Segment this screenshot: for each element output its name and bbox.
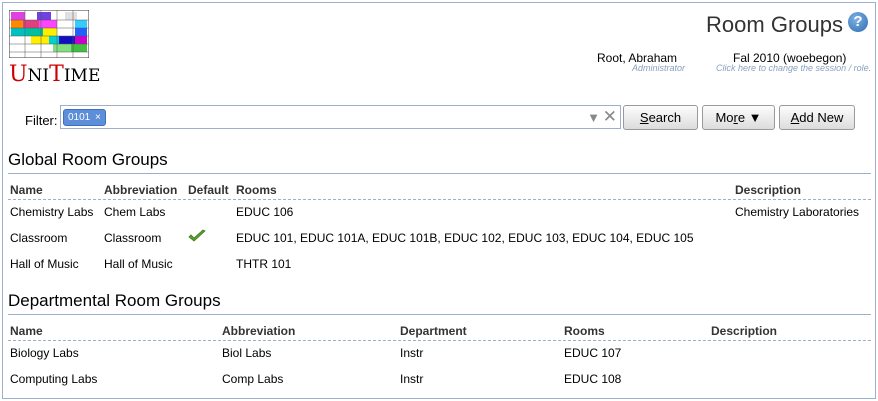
cell-name: Computing Labs [10, 372, 98, 386]
logo-wordmark: UNITIME [9, 62, 101, 87]
departmental-section-title: Departmental Room Groups [8, 291, 221, 310]
cell-abbreviation: Classroom [104, 231, 162, 245]
add-new-button[interactable]: Add New [779, 105, 855, 130]
filter-chip[interactable]: 0101 × [63, 109, 106, 126]
cell-rooms: EDUC 101, EDUC 101A, EDUC 101B, EDUC 102… [236, 231, 694, 245]
column-header-description[interactable]: Description [711, 324, 777, 338]
dropdown-icon[interactable]: ▼ [587, 110, 600, 125]
column-header-abbreviation[interactable]: Abbreviation [104, 183, 177, 197]
column-header-description[interactable]: Description [735, 183, 801, 197]
header-divider [8, 199, 871, 200]
cell-abbreviation: Hall of Music [104, 257, 173, 271]
column-header-department[interactable]: Department [400, 324, 467, 338]
column-header-name[interactable]: Name [10, 183, 43, 197]
cell-abbreviation: Comp Labs [222, 372, 284, 386]
filter-input[interactable]: 0101 × ▼ ✕ [60, 105, 621, 129]
logo-grid-icon [9, 10, 89, 58]
filter-label: Filter: [25, 113, 58, 128]
search-button[interactable]: Search [623, 105, 698, 130]
session-hint[interactable]: Click here to change the session / role. [716, 63, 871, 73]
section-divider [8, 173, 871, 174]
unitime-logo[interactable]: UNITIME [9, 10, 100, 90]
column-header-rooms[interactable]: Rooms [236, 183, 277, 197]
cell-rooms: EDUC 106 [236, 205, 294, 219]
column-header-rooms[interactable]: Rooms [564, 324, 605, 338]
cell-department: Instr [400, 346, 424, 360]
cell-name: Chemistry Labs [10, 205, 94, 219]
column-header-default[interactable]: Default [188, 183, 229, 197]
cell-abbreviation: Biol Labs [222, 346, 272, 360]
cell-name: Hall of Music [10, 257, 79, 271]
chip-remove-icon[interactable]: × [95, 112, 101, 123]
cell-name: Biology Labs [10, 346, 79, 360]
default-check-icon [188, 229, 206, 242]
cell-description: Chemistry Laboratories [735, 205, 860, 219]
cell-department: Instr [400, 372, 424, 386]
filter-chip-label: 0101 [68, 112, 91, 123]
page-title: Room Groups [706, 12, 843, 37]
cell-abbreviation: Chem Labs [104, 205, 166, 219]
global-section-title: Global Room Groups [8, 150, 168, 169]
section-divider [8, 314, 871, 315]
help-icon[interactable]: ? [848, 12, 868, 32]
column-header-name[interactable]: Name [10, 324, 43, 338]
header-divider [8, 340, 871, 341]
cell-name: Classroom [10, 231, 68, 245]
cell-rooms: THTR 101 [236, 257, 292, 271]
more-button[interactable]: More ▼ [702, 105, 775, 130]
user-role: Administrator [632, 63, 686, 73]
cell-rooms: EDUC 107 [564, 346, 622, 360]
cell-rooms: EDUC 108 [564, 372, 622, 386]
clear-icon[interactable]: ✕ [603, 107, 617, 127]
column-header-abbreviation[interactable]: Abbreviation [222, 324, 295, 338]
